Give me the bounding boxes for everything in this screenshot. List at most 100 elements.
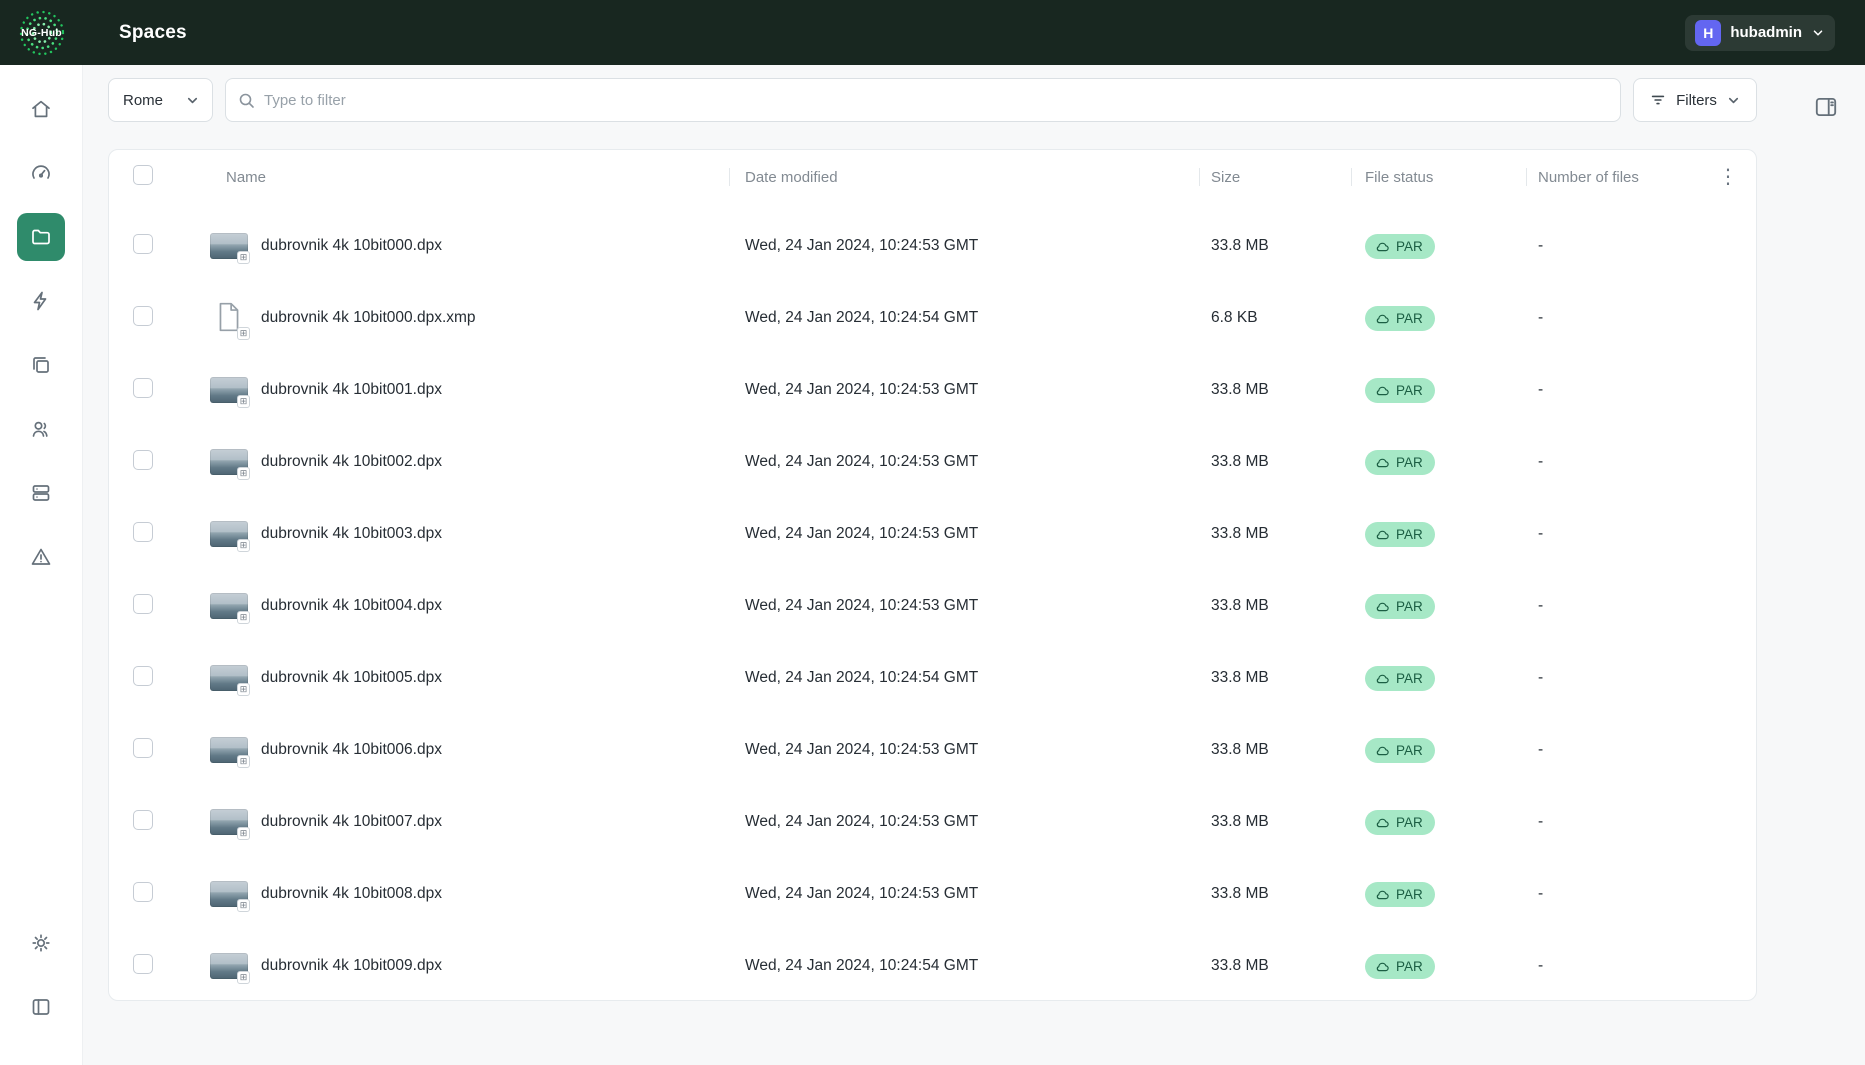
- cloud-icon: [1375, 457, 1390, 468]
- row-checkbox[interactable]: [133, 450, 153, 470]
- row-checkbox[interactable]: [133, 594, 153, 614]
- column-header-file-status[interactable]: File status: [1351, 169, 1526, 186]
- status-badge: PAR: [1365, 954, 1435, 979]
- status-badge-label: PAR: [1396, 671, 1423, 686]
- date-modified: Wed, 24 Jan 2024, 10:24:53 GMT: [729, 525, 1199, 543]
- date-modified: Wed, 24 Jan 2024, 10:24:54 GMT: [729, 669, 1199, 687]
- region-select[interactable]: Rome: [108, 78, 213, 122]
- cloud-icon: [1375, 601, 1390, 612]
- cloud-icon: [1375, 241, 1390, 252]
- snapshots-icon: [29, 353, 53, 377]
- storage-server-icon: [29, 481, 53, 505]
- row-checkbox[interactable]: [133, 666, 153, 686]
- image-thumbnail-icon: ⊞: [210, 737, 248, 763]
- file-type-mini-badge-icon: ⊞: [237, 755, 250, 768]
- date-modified: Wed, 24 Jan 2024, 10:24:53 GMT: [729, 885, 1199, 903]
- file-name[interactable]: dubrovnik 4k 10bit003.dpx: [261, 525, 442, 543]
- date-modified: Wed, 24 Jan 2024, 10:24:54 GMT: [729, 309, 1199, 327]
- number-of-files: -: [1526, 957, 1756, 975]
- region-select-value: Rome: [123, 92, 163, 109]
- image-thumbnail-icon: ⊞: [210, 881, 248, 907]
- sidebar-item-storage[interactable]: [17, 469, 65, 517]
- column-header-name[interactable]: Name: [169, 169, 729, 186]
- status-badge-label: PAR: [1396, 455, 1423, 470]
- number-of-files: -: [1526, 453, 1756, 471]
- status-badge-label: PAR: [1396, 887, 1423, 902]
- file-name[interactable]: dubrovnik 4k 10bit000.dpx.xmp: [261, 309, 476, 327]
- file-size: 33.8 MB: [1199, 741, 1351, 759]
- sidebar-item-activity[interactable]: [17, 277, 65, 325]
- table-row[interactable]: ⊞ ⊞ dubrovnik 4k 10bit009.dpx Wed, 24 Ja…: [109, 930, 1756, 1001]
- row-checkbox[interactable]: [133, 810, 153, 830]
- users-icon: [29, 417, 53, 441]
- filter-search-input[interactable]: [264, 79, 1620, 121]
- file-name[interactable]: dubrovnik 4k 10bit006.dpx: [261, 741, 442, 759]
- table-options-kebab-icon[interactable]: ⋮: [1718, 167, 1738, 187]
- table-row[interactable]: ⊞ ⊞ dubrovnik 4k 10bit000.dpx.xmp Wed, 2…: [109, 282, 1756, 354]
- number-of-files: -: [1526, 597, 1756, 615]
- table-row[interactable]: ⊞ ⊞ dubrovnik 4k 10bit006.dpx Wed, 24 Ja…: [109, 714, 1756, 786]
- row-checkbox[interactable]: [133, 738, 153, 758]
- table-row[interactable]: ⊞ ⊞ dubrovnik 4k 10bit001.dpx Wed, 24 Ja…: [109, 354, 1756, 426]
- table-row[interactable]: ⊞ ⊞ dubrovnik 4k 10bit007.dpx Wed, 24 Ja…: [109, 786, 1756, 858]
- app-logo: NG-Hub: [16, 7, 68, 59]
- table-row[interactable]: ⊞ ⊞ dubrovnik 4k 10bit003.dpx Wed, 24 Ja…: [109, 498, 1756, 570]
- number-of-files: -: [1526, 525, 1756, 543]
- user-menu[interactable]: H hubadmin: [1685, 15, 1835, 51]
- image-thumbnail-icon: ⊞: [210, 233, 248, 259]
- file-name[interactable]: dubrovnik 4k 10bit005.dpx: [261, 669, 442, 687]
- select-all-checkbox[interactable]: [133, 165, 153, 185]
- file-size: 33.8 MB: [1199, 957, 1351, 975]
- sidebar-item-settings[interactable]: [17, 919, 65, 967]
- column-header-size[interactable]: Size: [1199, 169, 1351, 186]
- row-checkbox[interactable]: [133, 882, 153, 902]
- row-checkbox[interactable]: [133, 378, 153, 398]
- date-modified: Wed, 24 Jan 2024, 10:24:53 GMT: [729, 813, 1199, 831]
- sidebar-item-panel[interactable]: [17, 983, 65, 1031]
- file-type-mini-badge-icon: ⊞: [237, 467, 250, 480]
- sidebar-item-users[interactable]: [17, 405, 65, 453]
- file-name[interactable]: dubrovnik 4k 10bit000.dpx: [261, 237, 442, 255]
- table-header-row: Name Date modified Size File status Numb…: [109, 150, 1756, 204]
- table-row[interactable]: ⊞ ⊞ dubrovnik 4k 10bit008.dpx Wed, 24 Ja…: [109, 858, 1756, 930]
- sidebar-item-snapshots[interactable]: [17, 341, 65, 389]
- status-badge-label: PAR: [1396, 311, 1423, 326]
- row-checkbox[interactable]: [133, 306, 153, 326]
- page-title: Spaces: [119, 22, 187, 44]
- chevron-down-icon: [1726, 93, 1741, 108]
- file-type-mini-badge-icon: ⊞: [237, 327, 250, 340]
- file-name[interactable]: dubrovnik 4k 10bit001.dpx: [261, 381, 442, 399]
- sidebar-item-dashboard[interactable]: [17, 149, 65, 197]
- dashboard-gauge-icon: [29, 161, 53, 185]
- status-badge-label: PAR: [1396, 815, 1423, 830]
- filter-lines-icon: [1649, 91, 1667, 109]
- file-name[interactable]: dubrovnik 4k 10bit002.dpx: [261, 453, 442, 471]
- app-logo-text: NG-Hub: [16, 7, 68, 59]
- table-row[interactable]: ⊞ ⊞ dubrovnik 4k 10bit000.dpx Wed, 24 Ja…: [109, 210, 1756, 282]
- cloud-icon: [1375, 385, 1390, 396]
- image-thumbnail-icon: ⊞: [210, 593, 248, 619]
- table-row[interactable]: ⊞ ⊞ dubrovnik 4k 10bit005.dpx Wed, 24 Ja…: [109, 642, 1756, 714]
- file-name[interactable]: dubrovnik 4k 10bit009.dpx: [261, 957, 442, 975]
- file-type-mini-badge-icon: ⊞: [237, 539, 250, 552]
- filters-button[interactable]: Filters: [1633, 78, 1757, 122]
- file-size: 6.8 KB: [1199, 309, 1351, 327]
- row-checkbox[interactable]: [133, 234, 153, 254]
- sidebar-item-spaces[interactable]: [17, 213, 65, 261]
- file-name[interactable]: dubrovnik 4k 10bit004.dpx: [261, 597, 442, 615]
- date-modified: Wed, 24 Jan 2024, 10:24:53 GMT: [729, 381, 1199, 399]
- file-name[interactable]: dubrovnik 4k 10bit007.dpx: [261, 813, 442, 831]
- toolbar: Rome Filters: [108, 78, 1757, 122]
- table-row[interactable]: ⊞ ⊞ dubrovnik 4k 10bit004.dpx Wed, 24 Ja…: [109, 570, 1756, 642]
- file-name[interactable]: dubrovnik 4k 10bit008.dpx: [261, 885, 442, 903]
- column-header-date-modified[interactable]: Date modified: [729, 169, 1199, 186]
- files-table: Name Date modified Size File status Numb…: [108, 149, 1757, 1001]
- sidebar-item-home[interactable]: [17, 85, 65, 133]
- top-header: NG-Hub Spaces H hubadmin: [0, 0, 1865, 65]
- row-checkbox[interactable]: [133, 522, 153, 542]
- table-row[interactable]: ⊞ ⊞ dubrovnik 4k 10bit002.dpx Wed, 24 Ja…: [109, 426, 1756, 498]
- right-panel-toggle-button[interactable]: [1813, 94, 1839, 125]
- row-checkbox[interactable]: [133, 954, 153, 974]
- sidebar-item-alerts[interactable]: [17, 533, 65, 581]
- date-modified: Wed, 24 Jan 2024, 10:24:53 GMT: [729, 237, 1199, 255]
